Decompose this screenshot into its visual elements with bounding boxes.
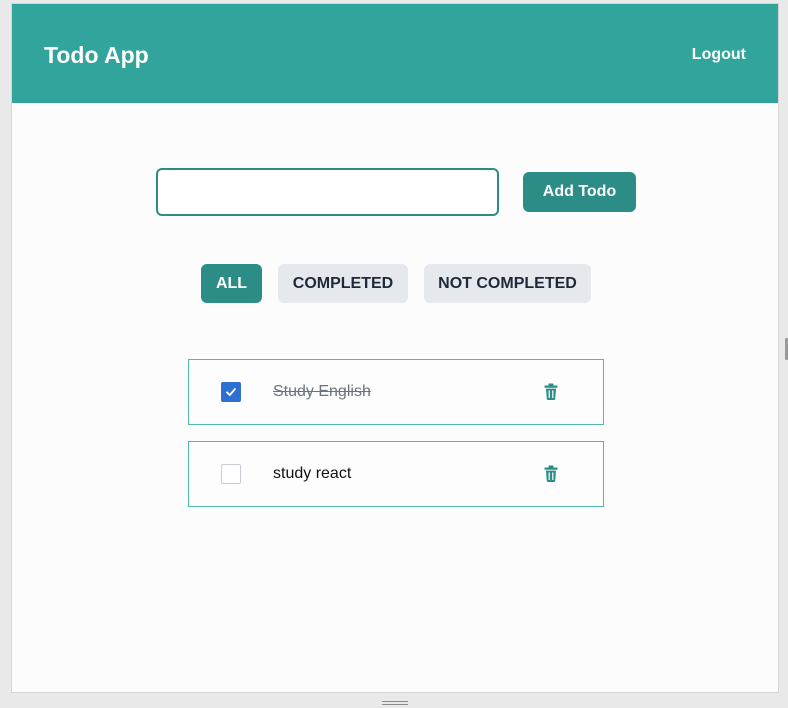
- filter-not-completed-button[interactable]: NOT COMPLETED: [424, 264, 591, 303]
- todo-text: study react: [273, 465, 352, 482]
- trash-icon[interactable]: [542, 464, 560, 484]
- logout-link[interactable]: Logout: [692, 45, 746, 65]
- app-title: Todo App: [44, 42, 149, 68]
- todo-item: Study English: [188, 359, 604, 425]
- todo-checkbox-unchecked[interactable]: [221, 464, 241, 484]
- checkmark-icon: [226, 388, 236, 396]
- app-window: Todo App Logout Add Todo ALL COMPLETED N…: [11, 3, 779, 693]
- todo-input[interactable]: [156, 168, 499, 216]
- add-todo-button[interactable]: Add Todo: [523, 172, 636, 212]
- trash-icon[interactable]: [542, 382, 560, 402]
- todo-text: Study English: [273, 383, 371, 400]
- todo-item: study react: [188, 441, 604, 507]
- resize-handle-bottom[interactable]: [382, 701, 408, 707]
- filter-all-button[interactable]: ALL: [201, 264, 262, 303]
- filter-completed-button[interactable]: COMPLETED: [278, 264, 408, 303]
- navbar: Todo App Logout: [12, 4, 778, 103]
- todo-checkbox-checked[interactable]: [221, 382, 241, 402]
